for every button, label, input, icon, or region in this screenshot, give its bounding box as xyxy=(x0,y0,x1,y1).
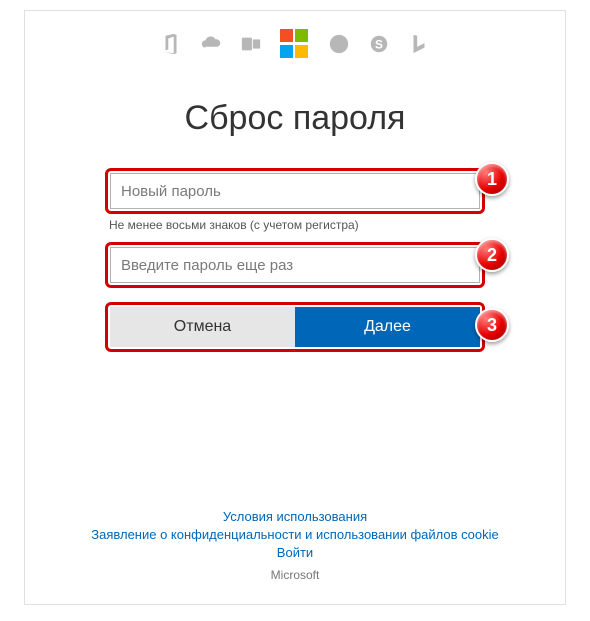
product-icon-row: S xyxy=(25,11,565,59)
annotation-badge-3: 3 xyxy=(475,308,509,342)
microsoft-logo xyxy=(280,29,310,59)
confirm-password-input[interactable] xyxy=(110,247,480,283)
privacy-link[interactable]: Заявление о конфиденциальности и использ… xyxy=(25,527,565,542)
button-row-highlight: Отмена Далее xyxy=(105,302,485,352)
cancel-button[interactable]: Отмена xyxy=(110,307,295,347)
skype-icon: S xyxy=(368,33,390,55)
new-password-input[interactable] xyxy=(110,173,480,209)
confirm-password-highlight xyxy=(105,242,485,288)
footer: Условия использования Заявление о конфид… xyxy=(25,506,565,582)
password-hint: Не менее восьми знаков (с учетом регистр… xyxy=(109,218,485,232)
annotation-badge-2: 2 xyxy=(475,238,509,272)
annotation-badge-1: 1 xyxy=(475,162,509,196)
terms-link[interactable]: Условия использования xyxy=(25,509,565,524)
page-title: Сброс пароля xyxy=(25,99,565,138)
xbox-icon xyxy=(328,33,350,55)
page-frame: S Сброс пароля 1 Не менее восьми знаков … xyxy=(24,10,566,605)
signin-link[interactable]: Войти xyxy=(25,545,565,560)
svg-text:S: S xyxy=(375,38,383,52)
copyright-text: Microsoft xyxy=(25,568,565,582)
bing-icon xyxy=(408,33,430,55)
reset-password-form: 1 Не менее восьми знаков (с учетом регис… xyxy=(105,168,485,352)
new-password-highlight xyxy=(105,168,485,214)
office-icon xyxy=(160,33,182,55)
next-button[interactable]: Далее xyxy=(295,307,480,347)
outlook-icon xyxy=(240,33,262,55)
onedrive-icon xyxy=(200,33,222,55)
